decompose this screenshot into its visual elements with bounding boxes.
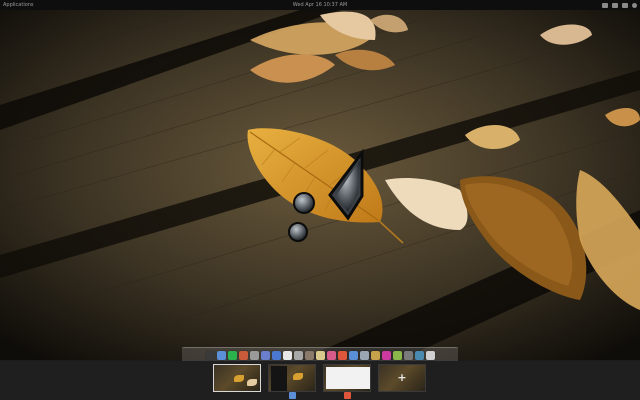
workspace-app-badge	[289, 392, 296, 399]
photos-icon[interactable]	[304, 350, 314, 360]
document-icon[interactable]	[282, 350, 292, 360]
notes-icon[interactable]	[315, 350, 325, 360]
itunes-icon[interactable]	[381, 350, 391, 360]
camera-icon[interactable]	[249, 350, 259, 360]
disk-icon[interactable]	[403, 350, 413, 360]
media-icon[interactable]	[337, 350, 347, 360]
store-icon[interactable]	[348, 350, 358, 360]
workspace-thumbnail[interactable]: +	[378, 364, 426, 392]
indicator-area	[602, 0, 637, 10]
add-workspace-icon[interactable]: +	[379, 372, 425, 384]
workspace-switcher: +	[0, 361, 640, 400]
workspace-thumbnail[interactable]	[268, 364, 316, 392]
workspace-thumbnail[interactable]	[323, 364, 371, 392]
clock-icon[interactable]	[293, 350, 303, 360]
power-icon[interactable]	[632, 2, 637, 8]
volume-icon[interactable]	[612, 2, 618, 8]
workspace-app-badge	[344, 392, 351, 399]
download-icon[interactable]	[227, 350, 237, 360]
browser-icon[interactable]	[271, 350, 281, 360]
trash-icon[interactable]	[425, 350, 435, 360]
terminal-icon[interactable]	[205, 350, 215, 360]
battery-icon[interactable]	[622, 2, 628, 8]
network-icon[interactable]	[602, 2, 608, 8]
network-icon[interactable]	[260, 350, 270, 360]
calculator-icon[interactable]	[414, 350, 424, 360]
finder-icon[interactable]	[216, 350, 226, 360]
music-icon[interactable]	[326, 350, 336, 360]
tools-icon[interactable]	[359, 350, 369, 360]
top-panel: Applications Wed Apr 16 10:37 AM	[0, 0, 640, 10]
busy-cursor-icon	[288, 148, 364, 242]
desktop-wallpaper	[0, 10, 640, 360]
chat-icon[interactable]	[392, 350, 402, 360]
dock	[182, 347, 458, 362]
mail-icon[interactable]	[370, 350, 380, 360]
workspace-thumbnail[interactable]	[213, 364, 261, 392]
settings-icon[interactable]	[238, 350, 248, 360]
clock[interactable]: Wed Apr 16 10:37 AM	[0, 0, 640, 10]
